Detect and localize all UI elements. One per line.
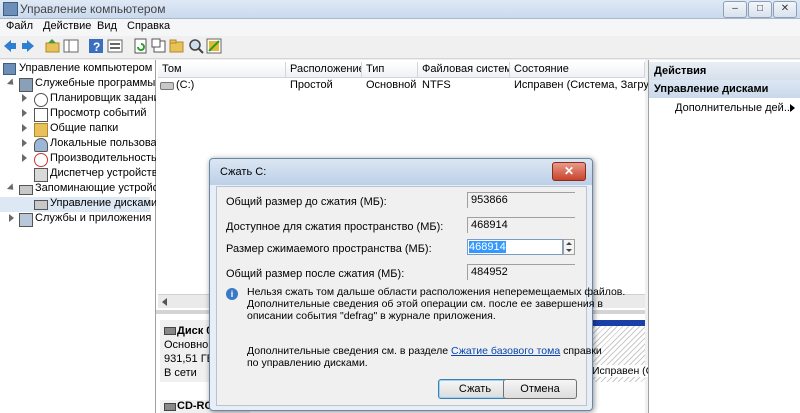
shrink-dialog: Сжать С: ✕ Общий размер до сжатия (МБ): … — [209, 158, 625, 411]
spin-down-icon[interactable] — [566, 249, 572, 252]
properties-icon[interactable] — [151, 38, 167, 54]
export-icon[interactable] — [206, 38, 222, 54]
info-text-line1: Нельзя сжать том дальше области располож… — [247, 286, 626, 298]
navigation-tree: Управление компьютером (л Служебные прог… — [0, 60, 167, 413]
dialog-close-button[interactable]: ✕ — [552, 162, 586, 181]
up-folder-icon[interactable] — [45, 38, 61, 54]
dialog-titlebar: Сжать С: ✕ — [210, 159, 592, 185]
close-button[interactable]: ✕ — [773, 1, 797, 18]
more-actions-link[interactable]: Дополнительные дей... — [675, 102, 793, 114]
services-icon — [19, 213, 33, 227]
expand-arrow-icon[interactable] — [22, 94, 27, 102]
performance-icon — [34, 153, 48, 167]
table-cell: NTFS — [422, 79, 451, 91]
column-header-type[interactable]: Тип — [362, 62, 418, 78]
expand-arrow-icon[interactable] — [22, 124, 27, 132]
menu-view[interactable]: Вид — [97, 20, 117, 32]
open-folder-icon[interactable] — [169, 38, 185, 54]
actions-section[interactable]: Управление дисками — [649, 80, 800, 98]
shrink-button[interactable]: Сжать — [438, 379, 512, 399]
menu-bar: Файл Действие Вид Справка — [0, 19, 800, 36]
shrink-amount-label: Размер сжимаемого пространства (МБ): — [226, 243, 432, 255]
menu-help[interactable]: Справка — [127, 20, 170, 32]
tree-item-disk-management[interactable]: Управление дисками — [0, 197, 157, 212]
forward-icon[interactable] — [20, 38, 36, 54]
menu-action[interactable]: Действие — [43, 20, 91, 32]
spin-up-icon[interactable] — [566, 242, 572, 245]
storage-icon — [19, 185, 33, 195]
collapse-arrow-icon[interactable] — [6, 78, 17, 88]
help-text: Дополнительные сведения см. в разделе Сж… — [247, 345, 602, 357]
refresh-icon[interactable] — [133, 38, 149, 54]
computer-icon — [3, 63, 16, 75]
dialog-title: Сжать С: — [220, 166, 267, 178]
clock-icon — [34, 93, 48, 107]
device-manager-icon — [34, 168, 48, 182]
shrink-amount-stepper[interactable] — [563, 239, 575, 255]
expand-arrow-icon[interactable] — [22, 139, 27, 147]
column-header-layout[interactable]: Расположение — [286, 62, 362, 78]
collapse-arrow-icon[interactable] — [6, 183, 17, 193]
volume-icon — [160, 82, 174, 90]
size-after-value: 484952 — [467, 264, 575, 280]
computer-management-icon — [3, 2, 18, 16]
table-cell: Простой — [290, 79, 333, 91]
submenu-arrow-icon[interactable] — [790, 104, 795, 112]
disk-status: В сети — [164, 367, 197, 379]
cdrom-label: CD-RO — [177, 400, 214, 412]
menu-file[interactable]: Файл — [6, 20, 33, 32]
search-icon[interactable] — [188, 38, 204, 54]
window-title: Управление компьютером — [20, 2, 166, 16]
tools-icon — [19, 78, 33, 92]
column-header-filesystem[interactable]: Файловая система — [418, 62, 510, 78]
table-cell: Основной — [366, 79, 417, 91]
expand-arrow-icon[interactable] — [22, 109, 27, 117]
disk-icon — [34, 200, 48, 210]
expand-arrow-icon[interactable] — [22, 154, 27, 162]
disk-icon — [164, 327, 176, 335]
disk-type: Основной — [164, 339, 215, 351]
column-header-volume[interactable]: Том — [158, 62, 286, 78]
actions-header: Действия — [649, 62, 800, 80]
info-icon: i — [226, 288, 238, 300]
cdrom-icon — [164, 403, 176, 411]
available-space-label: Доступное для сжатия пространство (МБ): — [226, 221, 444, 233]
table-cell: (C:) — [176, 79, 195, 91]
info-text-line2: Дополнительные сведения об этой операции… — [247, 298, 603, 310]
column-header-status[interactable]: Состояние — [510, 62, 645, 78]
total-size-value: 953866 — [467, 192, 575, 208]
disk-size: 931,51 ГБ — [164, 353, 214, 365]
users-icon — [34, 138, 48, 152]
info-text-line3: описании события "defrag" в журнале прил… — [247, 310, 496, 322]
svg-text:?: ? — [93, 40, 100, 54]
event-viewer-icon — [34, 108, 48, 122]
show-tree-icon[interactable] — [63, 38, 79, 54]
console-icon[interactable] — [107, 38, 123, 54]
scroll-left-icon[interactable] — [162, 298, 167, 306]
help-text-line2: по управлению дисками. — [247, 357, 368, 369]
back-icon[interactable] — [2, 38, 18, 54]
actions-pane: Действия Управление дисками Дополнительн… — [648, 60, 800, 413]
minimize-button[interactable]: – — [723, 1, 747, 18]
table-cell: Исправен (Система, Загрузк — [514, 79, 659, 91]
total-size-label: Общий размер до сжатия (МБ): — [226, 196, 387, 208]
maximize-button[interactable]: □ — [748, 1, 772, 18]
size-after-label: Общий размер после сжатия (МБ): — [226, 268, 405, 280]
shared-folder-icon — [34, 123, 48, 137]
available-space-value: 468914 — [467, 217, 575, 233]
help-icon[interactable]: ? — [88, 38, 104, 54]
title-bar: Управление компьютером – □ ✕ — [0, 0, 800, 19]
help-link[interactable]: Сжатие базового тома — [451, 345, 560, 357]
cancel-button[interactable]: Отмена — [503, 379, 577, 399]
shrink-amount-input[interactable]: 468914 — [467, 239, 563, 255]
toolbar: ? — [0, 36, 800, 59]
disk-name: Диск 0 — [177, 325, 213, 337]
expand-arrow-icon[interactable] — [9, 214, 14, 222]
dialog-body: Общий размер до сжатия (МБ): 953866 Дост… — [216, 186, 625, 406]
table-row[interactable]: (C:) Простой Основной NTFS Исправен (Сис… — [156, 78, 659, 94]
